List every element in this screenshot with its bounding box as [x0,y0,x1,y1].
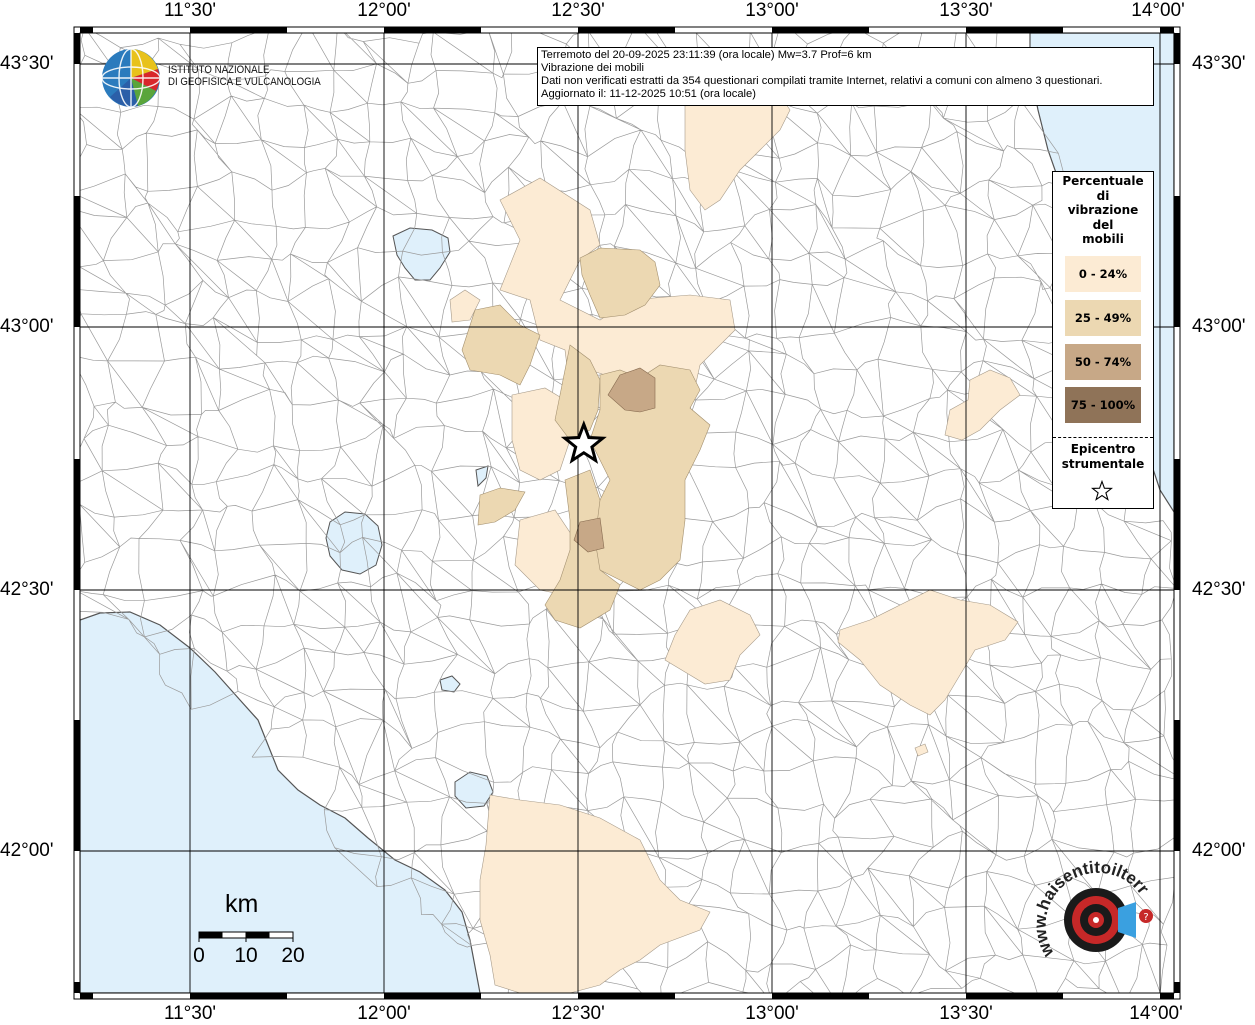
legend-title-line: del [1092,217,1114,232]
ingv-logo-text: ISTITUTO NAZIONALE DI GEOFISICA E VULCAN… [168,64,321,88]
legend-epicenter-line: strumentale [1061,457,1145,471]
lon-tick-label: 11°30' [163,0,217,21]
scale-unit: km [225,890,259,918]
legend-title-line: vibrazione [1067,203,1139,217]
lon-tick-label: 13°30' [939,1003,993,1024]
legend-epicenter-line: Epicentro [1070,442,1136,456]
lon-tick-label: 12°00' [357,1003,411,1024]
legend-swatch-0-24: 0 - 24% [1065,256,1141,292]
legend-swatch-75-100: 75 - 100% [1065,387,1141,423]
legend-epicenter-label: Epicentro strumentale [1053,442,1153,472]
map-subject: Vibrazione dei mobili [541,62,645,74]
legend-title-line: di [1096,188,1110,203]
update-time: Aggiornato il: 11-12-2025 10:51 (ora loc… [541,88,756,100]
legend-swatch-25-49: 25 - 49% [1065,300,1141,336]
lat-tick-label: 42°30' [0,579,54,600]
lon-tick-label: 13°00' [745,1003,799,1024]
lon-tick-label: 12°30' [551,0,605,21]
ingv-logo-line: ISTITUTO NAZIONALE [168,64,270,76]
data-note: Dati non verificati estratti da 354 ques… [541,75,1103,87]
hsit-logo: ? www.haisentitoilterremoto.it [1036,856,1153,961]
scale-label: 10 [234,944,258,967]
lon-tick-label: 13°30' [939,0,993,21]
lat-tick-label: 42°00' [1192,840,1246,861]
ingv-logo-line: DI GEOFISICA E VULCANOLOGIA [168,76,321,88]
legend-swatch-50-74: 50 - 74% [1065,344,1141,380]
lon-tick-label: 14°00' [1129,1003,1183,1024]
lon-tick-label: 12°30' [551,1003,605,1024]
event-title: Terremoto del 20-09-2025 23:11:39 (ora l… [541,49,872,61]
lon-tick-label: 13°00' [745,0,799,21]
star-icon [1091,480,1113,501]
lat-tick-label: 43°30' [0,53,54,74]
legend-title-line: mobili [1082,232,1124,246]
lat-tick-label: 42°00' [0,840,54,861]
scale-label: 20 [281,944,305,967]
legend-title-line: Percentuale [1062,174,1144,188]
legend-separator [1053,437,1153,438]
lat-tick-label: 43°30' [1192,53,1246,74]
legend: Percentuale di vibrazione del mobili 0 -… [1052,171,1154,509]
lon-tick-label: 12°00' [357,0,411,21]
lat-tick-label: 42°30' [1192,579,1246,600]
lat-tick-label: 43°00' [1192,316,1246,337]
lon-tick-label: 14°00' [1131,0,1185,21]
lat-tick-label: 43°00' [0,316,54,337]
lon-tick-label: 11°30' [163,1003,217,1024]
scale-label: 0 [193,944,205,967]
legend-title: Percentuale di vibrazione del mobili [1053,174,1153,247]
svg-text:?: ? [1143,912,1148,923]
event-info-box: Terremoto del 20-09-2025 23:11:39 (ora l… [537,47,1154,106]
